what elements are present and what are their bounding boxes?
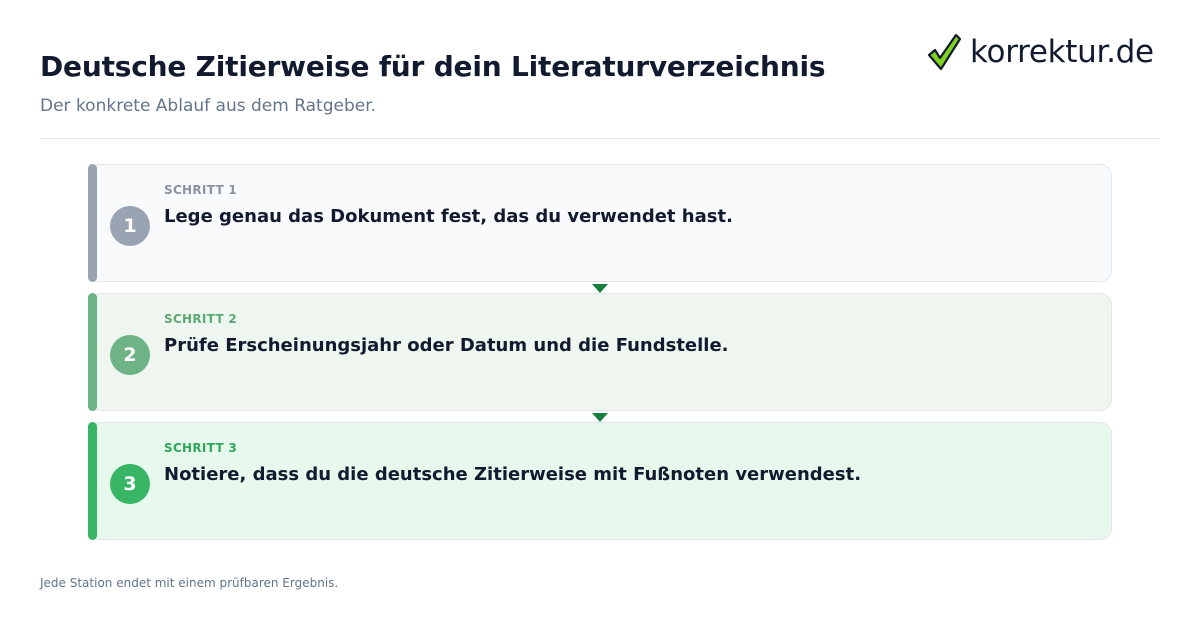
page-subtitle: Der konkrete Ablauf aus dem Ratgeber.: [40, 96, 377, 116]
step-number-badge: 1: [110, 206, 150, 246]
step-label: SCHRITT 3: [164, 441, 238, 455]
brand-name: korrektur.de: [970, 34, 1154, 70]
page-title: Deutsche Zitierweise für dein Literaturv…: [40, 50, 826, 83]
step-accent-bar: [88, 293, 97, 411]
step-card-3: 3 SCHRITT 3 Notiere, dass du die deutsch…: [88, 422, 1112, 540]
step-card-2: 2 SCHRITT 2 Prüfe Erscheinungsjahr oder …: [88, 293, 1112, 411]
checkmark-icon: [927, 33, 962, 71]
step-card-1: 1 SCHRITT 1 Lege genau das Dokument fest…: [88, 164, 1112, 282]
header-divider: [40, 138, 1160, 139]
step-number-badge: 2: [110, 335, 150, 375]
brand-logo[interactable]: korrektur.de: [926, 30, 1154, 74]
step-text: Notiere, dass du die deutsche Zitierweis…: [164, 464, 862, 485]
step-label: SCHRITT 1: [164, 183, 238, 197]
footnote: Jede Station endet mit einem prüfbaren E…: [40, 576, 339, 590]
step-text: Lege genau das Dokument fest, das du ver…: [164, 206, 733, 227]
connector-arrow-icon: [592, 413, 608, 422]
connector-arrow-icon: [592, 284, 608, 293]
step-accent-bar: [88, 164, 97, 282]
step-accent-bar: [88, 422, 97, 540]
step-number-badge: 3: [110, 464, 150, 504]
step-label: SCHRITT 2: [164, 312, 238, 326]
step-text: Prüfe Erscheinungsjahr oder Datum und di…: [164, 335, 729, 356]
